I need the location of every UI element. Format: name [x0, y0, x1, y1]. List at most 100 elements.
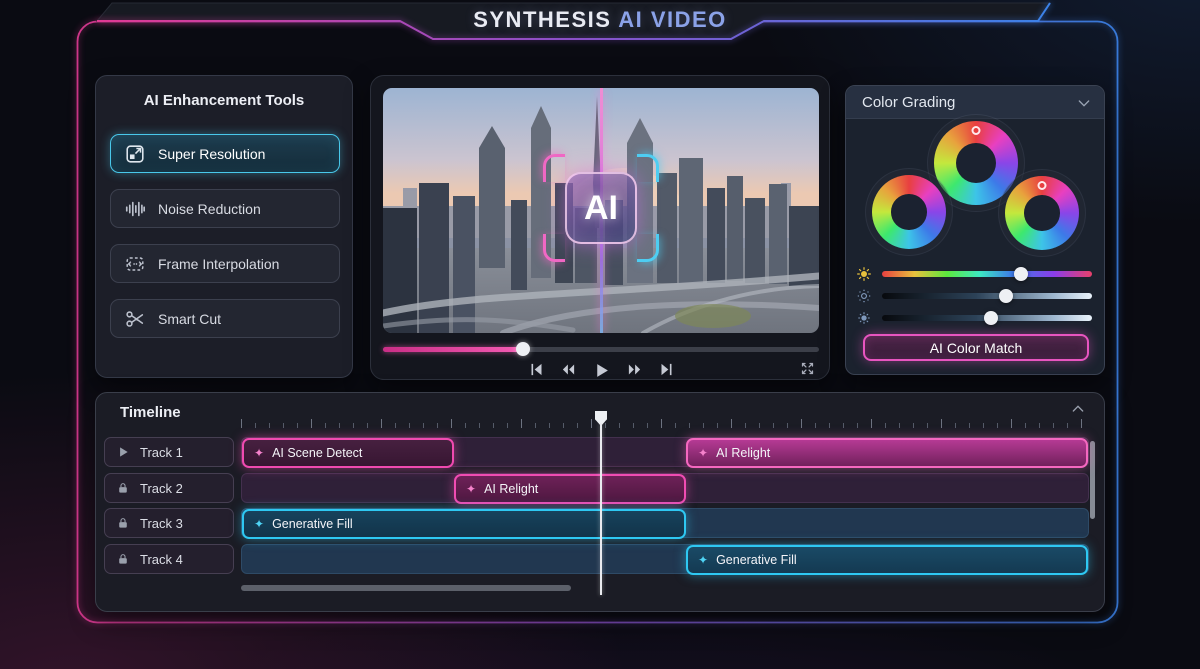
ruler-tick	[633, 423, 634, 428]
brightness-slider-thumb[interactable]	[999, 289, 1013, 303]
track-3-lane[interactable]: ✦ Generative Fill	[241, 508, 1089, 538]
timeline-ruler[interactable]	[241, 416, 1089, 428]
chevron-down-icon[interactable]	[1076, 95, 1092, 111]
temperature-slider[interactable]	[882, 315, 1092, 321]
ruler-tick	[717, 423, 718, 428]
wheel-indicator[interactable]	[1038, 181, 1047, 190]
ruler-tick	[801, 419, 802, 428]
ruler-tick	[619, 423, 620, 428]
ruler-tick	[675, 423, 676, 428]
ruler-tick	[283, 423, 284, 428]
track-1-lane[interactable]: ✦ AI Scene Detect ✦ AI Relight	[241, 437, 1089, 467]
track-2-header[interactable]: Track 2	[104, 473, 234, 503]
clip-ai-relight[interactable]: ✦ AI Relight	[454, 474, 686, 504]
ruler-tick	[409, 423, 410, 428]
hue-slider[interactable]	[882, 271, 1092, 277]
ruler-tick	[899, 423, 900, 428]
rewind-button[interactable]	[561, 362, 576, 377]
ruler-tick	[843, 423, 844, 428]
playback-progress-bar[interactable]	[383, 342, 819, 356]
fast-forward-button[interactable]	[627, 362, 642, 377]
ruler-tick	[549, 423, 550, 428]
ai-color-match-button[interactable]: AI Color Match	[863, 334, 1089, 361]
brightness-slider[interactable]	[882, 293, 1092, 299]
temperature-slider-thumb[interactable]	[984, 311, 998, 325]
tools-panel-title: AI Enhancement Tools	[96, 92, 352, 109]
smart-cut-button[interactable]: Smart Cut	[110, 299, 340, 338]
fullscreen-icon[interactable]	[800, 361, 815, 376]
clip-generative-fill[interactable]: ✦ Generative Fill	[242, 509, 686, 539]
skip-end-button[interactable]	[659, 362, 674, 377]
ruler-tick	[731, 419, 732, 428]
track-label: Track 3	[140, 516, 183, 531]
ruler-tick	[381, 419, 382, 428]
scissors-icon	[124, 308, 146, 330]
waveform-icon	[124, 198, 146, 220]
tool-button-label: Smart Cut	[158, 311, 221, 327]
ruler-tick	[535, 423, 536, 428]
track-4-header[interactable]: Track 4	[104, 544, 234, 574]
corner-bracket-icon	[637, 154, 659, 182]
color-grading-header[interactable]: Color Grading	[846, 86, 1104, 119]
lock-icon	[116, 481, 130, 495]
ruler-tick	[829, 423, 830, 428]
wheel-indicator[interactable]	[972, 126, 981, 135]
noise-reduction-button[interactable]: Noise Reduction	[110, 189, 340, 228]
clip-ai-relight[interactable]: ✦ AI Relight	[686, 438, 1088, 468]
upscale-icon	[124, 143, 146, 165]
ruler-tick	[325, 423, 326, 428]
app-title-primary: SYNTHESIS	[473, 7, 611, 32]
track-1-header[interactable]: Track 1	[104, 437, 234, 467]
ruler-tick	[241, 419, 242, 428]
ruler-tick	[255, 423, 256, 428]
app-title: SYNTHESIS AI VIDEO	[0, 7, 1200, 33]
video-preview-panel: AI	[370, 75, 830, 380]
ruler-tick	[437, 423, 438, 428]
chevron-up-icon[interactable]	[1070, 401, 1086, 417]
progress-fill	[383, 347, 523, 352]
tool-button-label: Super Resolution	[158, 146, 265, 162]
ruler-tick	[591, 419, 592, 428]
ruler-tick	[913, 423, 914, 428]
ruler-tick	[269, 423, 270, 428]
horizontal-scrollbar[interactable]	[241, 585, 571, 591]
corner-bracket-icon	[543, 154, 565, 182]
ai-focus-lockup: AI	[543, 154, 659, 262]
ruler-tick	[311, 419, 312, 428]
ruler-tick	[1081, 419, 1082, 428]
ruler-tick	[1011, 419, 1012, 428]
lock-icon	[116, 552, 130, 566]
timeline-title: Timeline	[120, 404, 181, 421]
corner-bracket-icon	[543, 234, 565, 262]
ruler-tick	[815, 423, 816, 428]
video-frame[interactable]: AI	[383, 88, 819, 333]
clip-generative-fill[interactable]: ✦ Generative Fill	[686, 545, 1088, 575]
sparkle-icon: ✦	[466, 482, 476, 496]
skip-start-button[interactable]	[529, 362, 544, 377]
clip-ai-scene-detect[interactable]: ✦ AI Scene Detect	[242, 438, 454, 468]
ruler-tick	[605, 423, 606, 428]
frame-interpolation-button[interactable]: Frame Interpolation	[110, 244, 340, 283]
play-button[interactable]	[593, 362, 610, 377]
ruler-tick	[983, 423, 984, 428]
progress-thumb[interactable]	[516, 342, 530, 356]
ruler-tick	[339, 423, 340, 428]
track-4-lane[interactable]: ✦ Generative Fill	[241, 544, 1089, 574]
ruler-tick	[871, 419, 872, 428]
ruler-tick	[969, 423, 970, 428]
track-3-header[interactable]: Track 3	[104, 508, 234, 538]
playhead-line	[600, 423, 602, 595]
app-root: SYNTHESIS AI VIDEO AI Enhancement Tools …	[0, 0, 1200, 669]
vertical-scrollbar[interactable]	[1090, 441, 1095, 519]
track-2-lane[interactable]: ✦ AI Relight	[241, 473, 1089, 503]
midtones-color-wheel[interactable]	[934, 121, 1018, 205]
highlights-color-wheel[interactable]	[1005, 176, 1079, 250]
lock-icon	[116, 516, 130, 530]
ruler-tick	[577, 423, 578, 428]
hue-slider-thumb[interactable]	[1014, 267, 1028, 281]
super-resolution-button[interactable]: Super Resolution	[110, 134, 340, 173]
ruler-tick	[745, 423, 746, 428]
ruler-tick	[451, 419, 452, 428]
track-label: Track 4	[140, 552, 183, 567]
shadows-color-wheel[interactable]	[872, 175, 946, 249]
